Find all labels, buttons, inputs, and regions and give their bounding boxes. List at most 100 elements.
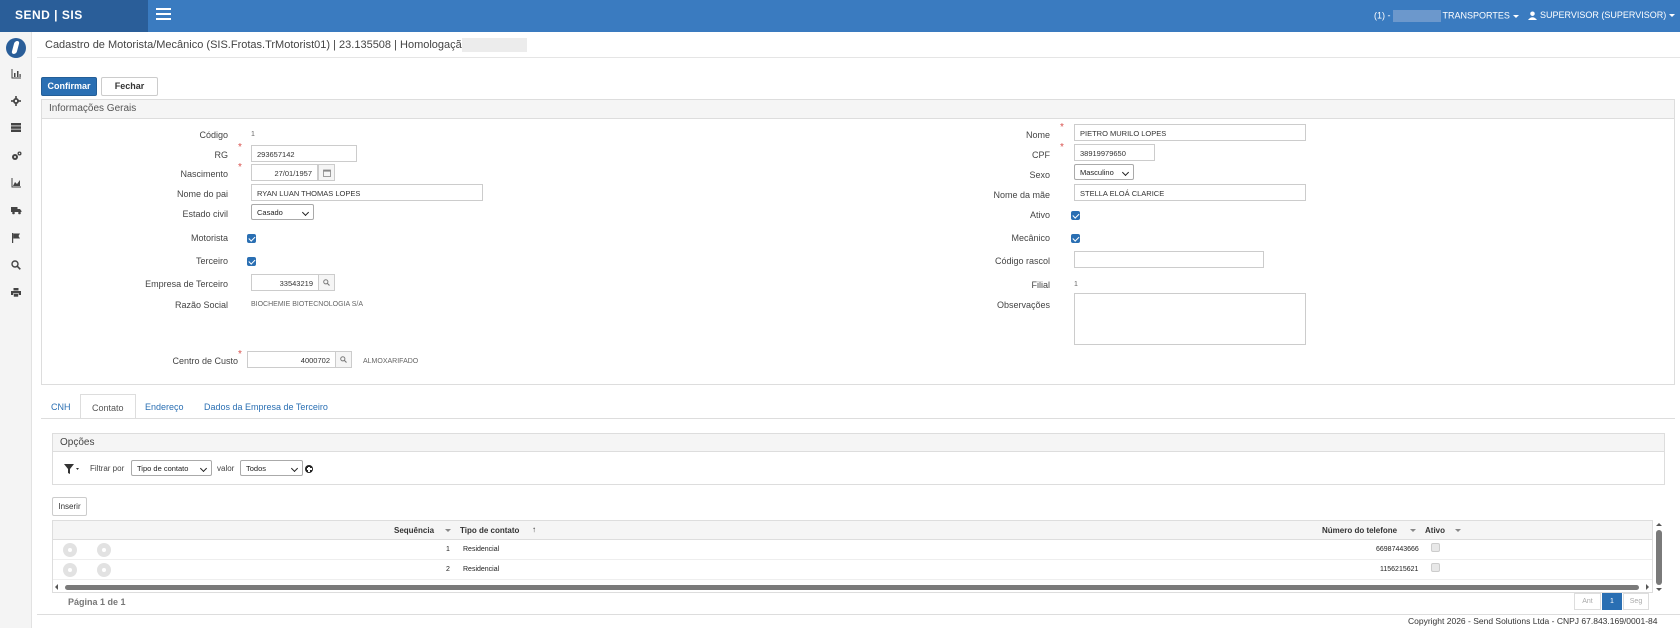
vertical-scroll-thumb[interactable]	[1656, 530, 1662, 585]
observacoes-textarea[interactable]	[1074, 293, 1306, 345]
mecanico-checkbox[interactable]	[1071, 234, 1080, 243]
gear-icon[interactable]	[10, 96, 22, 108]
prev-page-button[interactable]: Ant	[1574, 593, 1601, 610]
nome-mae-input[interactable]: STELLA ELOÁ CLARICE	[1074, 184, 1306, 201]
chevron-down-icon[interactable]	[1455, 529, 1461, 532]
print-icon[interactable]	[10, 288, 22, 300]
brand-logo[interactable]: SEND | SIS	[0, 0, 148, 32]
terceiro-checkbox[interactable]	[247, 257, 256, 266]
scroll-down-icon[interactable]	[1656, 588, 1662, 591]
col-sequencia[interactable]: Sequência	[394, 526, 434, 535]
area-chart-icon[interactable]	[10, 178, 22, 190]
options-panel: Opções	[52, 433, 1665, 485]
centro-custo-input[interactable]: 4000702	[247, 351, 336, 368]
codigo-label: Código	[199, 130, 228, 140]
cogs-icon[interactable]	[10, 151, 22, 163]
filter-field-select[interactable]: Tipo de contato	[131, 460, 212, 476]
table-row[interactable]: 1 Residencial 66987443666	[53, 540, 1652, 560]
tab-cnh[interactable]: CNH	[51, 394, 71, 419]
add-filter-icon[interactable]	[305, 465, 313, 473]
required-marker: *	[238, 142, 242, 153]
tab-endereco[interactable]: Endereço	[145, 394, 184, 419]
company-suffix: TRANSPORTES	[1442, 10, 1510, 21]
ativo-checkbox[interactable]	[1071, 211, 1080, 220]
page-info: Página 1 de 1	[68, 597, 126, 607]
footer-copyright: Copyright 2026 - Send Solutions Ltda - C…	[1408, 616, 1658, 626]
scroll-left-icon[interactable]	[55, 584, 58, 590]
flag-icon[interactable]	[10, 233, 22, 245]
bar-chart-icon[interactable]	[10, 69, 22, 81]
edit-row-icon[interactable]	[97, 563, 111, 577]
pagination: Página 1 de 1 Ant 1 Seg	[52, 593, 1653, 611]
filter-icon[interactable]	[64, 464, 79, 474]
nascimento-input[interactable]: 27/01/1957	[251, 164, 318, 181]
edit-row-icon[interactable]	[97, 543, 111, 557]
col-tipo-contato[interactable]: Tipo de contato	[460, 526, 519, 535]
codigo-rascol-label: Código rascol	[994, 256, 1050, 266]
chevron-down-icon	[1669, 14, 1676, 18]
general-info-panel: Informações Gerais	[41, 99, 1675, 385]
chevron-down-icon[interactable]	[445, 529, 451, 532]
company-name-redacted	[1392, 10, 1441, 22]
company-selector[interactable]: (1) - TRANSPORTES	[1374, 10, 1519, 22]
tab-contato[interactable]: Contato	[80, 394, 136, 419]
nome-input[interactable]: PIETRO MURILO LOPES	[1074, 124, 1306, 141]
centro-custo-search-button[interactable]	[335, 351, 352, 368]
nome-pai-input[interactable]: RYAN LUAN THOMAS LOPES	[251, 184, 483, 201]
codigo-value: 1	[251, 131, 255, 138]
environment-redacted	[462, 38, 527, 52]
cpf-label: CPF	[1032, 150, 1050, 160]
sidebar	[0, 32, 32, 628]
page-title: Cadastro de Motorista/Mecânico (SIS.Frot…	[45, 39, 474, 51]
filial-value: 1	[1074, 281, 1078, 288]
sexo-label: Sexo	[1029, 170, 1050, 180]
cell-numero: 66987443666	[1376, 546, 1419, 553]
rg-input[interactable]: 293657142	[251, 145, 357, 162]
next-page-button[interactable]: Seg	[1623, 593, 1649, 610]
tab-divider	[41, 418, 1675, 419]
filter-value-select[interactable]: Todos	[240, 460, 303, 476]
ativo-label: Ativo	[1029, 210, 1050, 220]
vertical-scrollbar[interactable]	[1655, 522, 1663, 594]
delete-row-icon[interactable]	[63, 543, 77, 557]
scroll-right-icon[interactable]	[1646, 584, 1649, 590]
user-icon	[1528, 11, 1537, 21]
motorista-checkbox[interactable]	[247, 234, 256, 243]
confirm-button[interactable]: Confirmar	[41, 77, 97, 96]
calendar-button[interactable]	[318, 164, 335, 181]
cell-seq: 2	[446, 566, 450, 573]
menu-toggle-icon[interactable]	[156, 8, 171, 22]
required-marker: *	[1060, 122, 1064, 133]
table-row[interactable]: 2 Residencial 1156215621	[53, 560, 1652, 580]
codigo-rascol-input[interactable]	[1074, 251, 1264, 268]
delete-row-icon[interactable]	[63, 563, 77, 577]
value-label: valor	[217, 464, 235, 473]
sort-arrow-up-icon[interactable]: ↑	[532, 525, 536, 534]
centro-custo-label: Centro de Custo	[172, 356, 238, 366]
user-menu[interactable]: SUPERVISOR (SUPERVISOR)	[1528, 10, 1676, 21]
truck-icon[interactable]	[10, 206, 22, 218]
sexo-select[interactable]: Masculino	[1074, 164, 1134, 180]
col-numero-telefone[interactable]: Número do telefone	[1322, 526, 1397, 535]
scroll-up-icon[interactable]	[1656, 523, 1662, 526]
app-logo-icon[interactable]	[6, 38, 26, 58]
horizontal-scrollbar[interactable]	[53, 583, 1652, 591]
insert-button[interactable]: Inserir	[52, 497, 87, 516]
cell-numero: 1156215621	[1380, 566, 1419, 573]
rg-label: RG	[214, 150, 229, 160]
close-button[interactable]: Fechar	[101, 77, 158, 96]
estado-civil-select[interactable]: Casado	[251, 204, 314, 220]
cpf-input[interactable]: 38919979650	[1074, 144, 1155, 161]
filial-label: Filial	[1031, 280, 1050, 290]
tab-dados-empresa-terceiro[interactable]: Dados da Empresa de Terceiro	[204, 394, 328, 419]
search-icon[interactable]	[10, 260, 22, 272]
horizontal-scroll-thumb[interactable]	[65, 585, 1639, 590]
centro-custo-description: ALMOXARIFADO	[363, 358, 419, 365]
empresa-terceiro-input[interactable]: 33543219	[251, 274, 319, 291]
mecanico-label: Mecânico	[1011, 233, 1050, 243]
server-icon[interactable]	[10, 123, 22, 135]
chevron-down-icon[interactable]	[1410, 529, 1416, 532]
col-ativo[interactable]: Ativo	[1425, 526, 1445, 535]
page-1-button[interactable]: 1	[1602, 593, 1622, 610]
empresa-search-button[interactable]	[318, 274, 335, 291]
